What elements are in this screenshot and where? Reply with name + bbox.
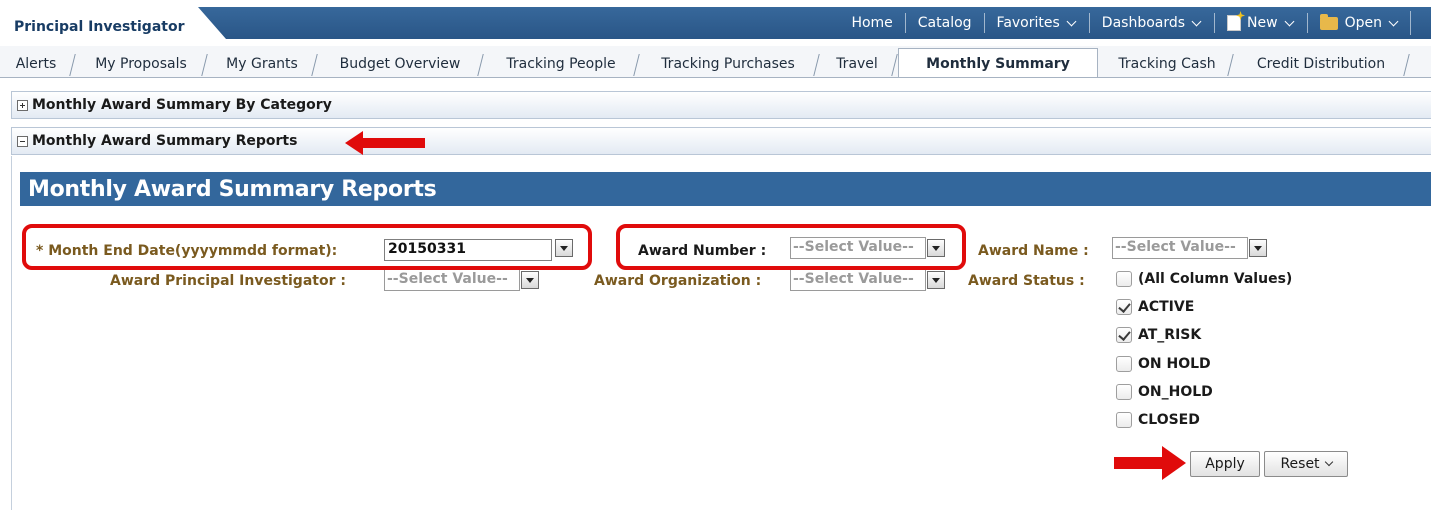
status-option-closed[interactable]: CLOSED	[1116, 412, 1200, 428]
tab-tracking-people[interactable]: Tracking People	[486, 50, 636, 77]
award-pi-value[interactable]: --Select Value--	[384, 269, 520, 291]
folder-icon	[1319, 13, 1338, 30]
section-title: Monthly Award Summary By Category	[32, 97, 332, 113]
checkbox[interactable]	[1116, 412, 1132, 428]
checkbox[interactable]	[1116, 356, 1132, 372]
global-nav: Home Catalog Favorites Dashboards New Op…	[839, 7, 1411, 39]
tab-tracking-purchases[interactable]: Tracking Purchases	[640, 50, 816, 77]
award-name-select[interactable]: --Select Value--	[1112, 237, 1267, 259]
section-summary-reports[interactable]: Monthly Award Summary Reports	[11, 127, 1431, 155]
award-number-label: Award Number :	[638, 243, 767, 259]
checkbox-checked[interactable]	[1116, 327, 1132, 343]
award-name-label: Award Name :	[978, 243, 1089, 259]
tab-my-proposals[interactable]: My Proposals	[78, 50, 204, 77]
checkbox-checked[interactable]	[1116, 299, 1132, 315]
tab-my-grants[interactable]: My Grants	[210, 50, 314, 77]
award-name-value[interactable]: --Select Value--	[1112, 237, 1248, 259]
month-end-label: * Month End Date(yyyymmdd format):	[36, 243, 338, 259]
status-option-on-hold-underscore[interactable]: ON_HOLD	[1116, 384, 1213, 400]
nav-dashboards[interactable]: Dashboards	[1088, 13, 1214, 33]
nav-open[interactable]: Open	[1306, 13, 1411, 33]
collapse-icon[interactable]	[17, 135, 28, 147]
award-org-label: Award Organization :	[594, 273, 762, 289]
tab-budget-overview[interactable]: Budget Overview	[320, 50, 480, 77]
nav-catalog[interactable]: Catalog	[904, 13, 984, 33]
award-number-value[interactable]: --Select Value--	[790, 237, 926, 259]
tab-credit-distribution[interactable]: Credit Distribution	[1236, 50, 1406, 77]
award-pi-label: Award Principal Investigator :	[110, 273, 346, 289]
award-org-value[interactable]: --Select Value--	[790, 269, 926, 291]
status-option-all[interactable]: (All Column Values)	[1116, 271, 1292, 287]
required-marker: *	[36, 243, 49, 259]
reset-button[interactable]: Reset	[1264, 451, 1348, 477]
annotation-arrow-right	[1114, 446, 1186, 480]
award-number-select[interactable]: --Select Value--	[790, 237, 945, 259]
chevron-down-icon	[1191, 16, 1202, 26]
tab-tracking-cash[interactable]: Tracking Cash	[1104, 50, 1230, 77]
top-header: Principal Investigator Home Catalog Favo…	[0, 0, 1431, 46]
nav-favorites[interactable]: Favorites	[983, 13, 1089, 33]
dashboard-title: Principal Investigator	[14, 19, 185, 35]
nav-new[interactable]: New	[1214, 13, 1307, 33]
section-title: Monthly Award Summary Reports	[32, 133, 298, 149]
tab-monthly-summary[interactable]: Monthly Summary	[898, 48, 1098, 77]
tab-alerts[interactable]: Alerts	[0, 50, 72, 77]
chevron-down-icon	[1324, 457, 1333, 467]
month-end-dropdown-button[interactable]	[555, 239, 573, 257]
apply-button[interactable]: Apply	[1190, 451, 1260, 477]
award-org-dropdown-button[interactable]	[927, 271, 945, 289]
report-title: Monthly Award Summary Reports	[28, 176, 437, 202]
expand-icon[interactable]	[17, 99, 28, 111]
new-document-icon	[1227, 15, 1242, 31]
report-header: Monthly Award Summary Reports	[20, 172, 1431, 206]
dashboard-page-tabs: Alerts My Proposals My Grants Budget Ove…	[0, 46, 1431, 78]
tab-travel[interactable]: Travel	[820, 50, 894, 77]
award-org-select[interactable]: --Select Value--	[790, 269, 945, 291]
nav-home[interactable]: Home	[839, 13, 904, 33]
chevron-down-icon	[1388, 16, 1399, 26]
award-name-dropdown-button[interactable]	[1249, 239, 1267, 257]
status-option-at-risk[interactable]: AT_RISK	[1116, 327, 1201, 343]
award-pi-select[interactable]: --Select Value--	[384, 269, 539, 291]
checkbox[interactable]	[1116, 271, 1132, 287]
award-number-dropdown-button[interactable]	[927, 239, 945, 257]
status-option-active[interactable]: ACTIVE	[1116, 299, 1194, 315]
chevron-down-icon	[1066, 16, 1077, 26]
month-end-date-input[interactable]: 20150331	[384, 239, 552, 261]
checkbox[interactable]	[1116, 384, 1132, 400]
status-option-on-hold[interactable]: ON HOLD	[1116, 356, 1211, 372]
section-by-category[interactable]: Monthly Award Summary By Category	[11, 91, 1431, 119]
award-status-label: Award Status :	[968, 273, 1085, 289]
chevron-down-icon	[1284, 16, 1295, 26]
award-pi-dropdown-button[interactable]	[521, 271, 539, 289]
